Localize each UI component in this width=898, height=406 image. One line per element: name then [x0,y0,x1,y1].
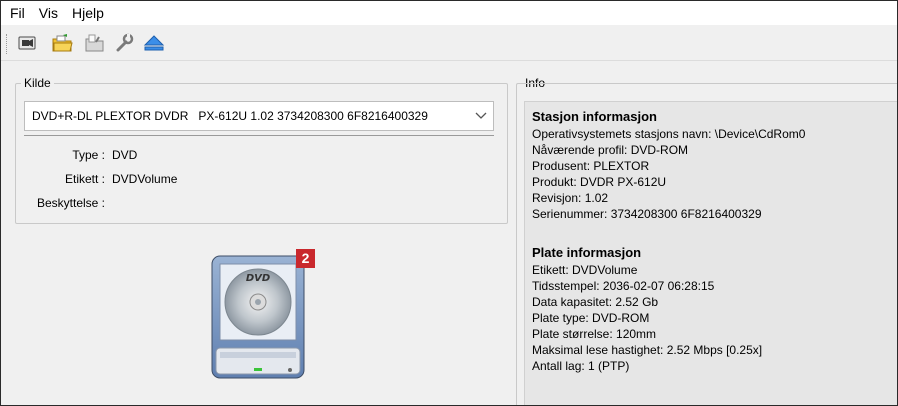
label-value: DVDVolume [112,172,178,186]
info-line: Tidsstempel: 2036-02-07 06:28:15 [532,279,715,293]
wrench-icon [116,33,134,52]
eject-button[interactable] [142,31,166,55]
save-button[interactable] [82,31,106,55]
open-folder-icon [52,34,73,52]
info-line: Data kapasitet: 2.52 Gb [532,295,659,309]
menu-vis[interactable]: Vis [32,1,65,25]
drive-info-heading: Stasjon informasjon [532,109,657,124]
info-panel: Stasjon informasjon Operativsystemets st… [524,101,897,405]
read-button[interactable] [15,31,39,55]
chevron-down-icon[interactable] [469,112,493,120]
menu-hjelp[interactable]: Hjelp [65,1,111,25]
disc-info-heading: Plate informasjon [532,245,642,260]
dvd-drive-icon: DVD [211,255,305,379]
info-line: Serienummer: 3734208300 6F8216400329 [532,207,762,221]
svg-text:DVD: DVD [246,273,270,284]
label-label: Etikett : [64,172,105,186]
info-line: Plate størrelse: 120mm [532,327,657,341]
toolbar-grip[interactable] [6,34,9,54]
app-window: Fil Vis Hjelp Kilde DVD+R-DL PLEXTOR DVD… [0,0,898,406]
info-line: Produsent: PLEXTOR [532,159,650,173]
info-line: Produkt: DVDR PX-612U [532,175,667,189]
type-value: DVD [112,148,138,162]
settings-button[interactable] [112,31,136,55]
protection-label: Beskyttelse : [36,196,105,210]
open-button[interactable] [50,31,74,55]
toolbar [1,25,897,61]
info-line: Antall lag: 1 (PTP) [532,359,630,373]
info-line: Etikett: DVDVolume [532,263,638,277]
info-line: Nåværende profil: DVD-ROM [532,143,689,157]
info-line: Operativsystemets stasjons navn: \Device… [532,127,806,141]
step-badge: 2 [296,249,315,268]
divider [24,135,494,136]
source-title: Kilde [21,76,54,90]
menu-bar: Fil Vis Hjelp [1,1,897,25]
menu-fil[interactable]: Fil [1,1,32,25]
drive-select[interactable]: DVD+R-DL PLEXTOR DVDR PX-612U 1.02 37342… [24,101,494,131]
type-label: Type : [72,148,105,162]
save-icon [85,34,104,52]
info-line: Revisjon: 1.02 [532,191,609,205]
info-line: Maksimal lese hastighet: 2.52 Mbps [0.25… [532,343,763,357]
eject-icon [143,35,165,51]
info-line: Plate type: DVD-ROM [532,311,650,325]
drive-select-value: DVD+R-DL PLEXTOR DVDR PX-612U 1.02 37342… [32,109,428,123]
read-icon [18,36,36,50]
